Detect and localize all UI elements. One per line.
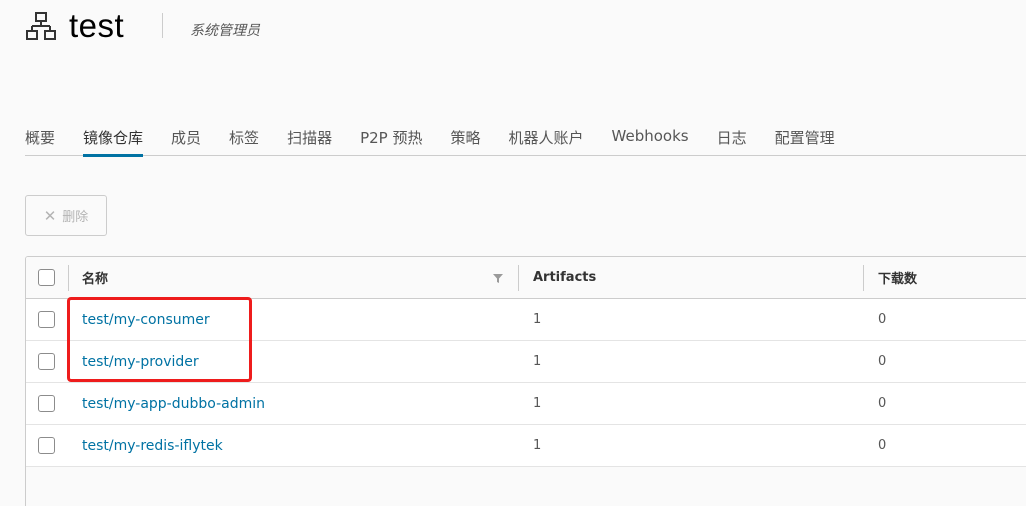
- delete-button-label: 删除: [62, 210, 89, 225]
- row-checkbox[interactable]: [38, 353, 55, 370]
- tab-webhooks[interactable]: Webhooks: [612, 124, 689, 156]
- header-divider: [162, 13, 163, 38]
- row-checkbox[interactable]: [38, 311, 55, 328]
- download-count: 0: [878, 396, 887, 411]
- tab-labels[interactable]: 标签: [229, 124, 259, 156]
- download-count: 0: [878, 354, 887, 369]
- repository-link[interactable]: test/my-app-dubbo-admin: [82, 383, 265, 424]
- tab-policy[interactable]: 策略: [450, 124, 480, 156]
- tab-scanner[interactable]: 扫描器: [287, 124, 332, 156]
- project-page: test 系统管理员 概要 镜像仓库 成员 标签 扫描器 P2P 预热 策略 机…: [0, 0, 1026, 506]
- artifact-count: 1: [533, 438, 542, 453]
- table-row: test/my-redis-iflytek 1 0: [26, 425, 1026, 467]
- artifact-count: 1: [533, 396, 542, 411]
- row-checkbox[interactable]: [38, 395, 55, 412]
- table-footer: [26, 467, 1026, 506]
- tab-logs[interactable]: 日志: [717, 124, 747, 156]
- project-title: test: [69, 7, 125, 44]
- tab-bar: 概要 镜像仓库 成员 标签 扫描器 P2P 预热 策略 机器人账户 Webhoo…: [25, 124, 1026, 157]
- table-header: 名称 Artifacts 下载数: [26, 257, 1026, 299]
- tab-p2p-preheat[interactable]: P2P 预热: [360, 124, 422, 156]
- column-separator: [863, 265, 864, 291]
- tab-members[interactable]: 成员: [171, 124, 201, 156]
- project-header: test: [25, 6, 124, 46]
- role-label: 系统管理员: [190, 23, 260, 39]
- download-count: 0: [878, 312, 887, 327]
- close-icon: ✕: [43, 206, 57, 225]
- highlight-annotation: [67, 297, 252, 382]
- tab-summary[interactable]: 概要: [25, 124, 55, 156]
- column-separator: [68, 265, 69, 291]
- tab-robot-accounts[interactable]: 机器人账户: [509, 124, 584, 156]
- project-icon: [25, 10, 57, 42]
- repository-link[interactable]: test/my-redis-iflytek: [82, 425, 223, 466]
- column-header-downloads[interactable]: 下载数: [878, 257, 917, 298]
- delete-button[interactable]: ✕ 删除: [25, 195, 107, 236]
- column-header-name[interactable]: 名称: [82, 257, 108, 298]
- tab-repositories[interactable]: 镜像仓库: [83, 124, 144, 157]
- download-count: 0: [878, 438, 887, 453]
- tab-configuration[interactable]: 配置管理: [775, 124, 835, 156]
- filter-icon[interactable]: [492, 272, 504, 284]
- artifact-count: 1: [533, 312, 542, 327]
- artifact-count: 1: [533, 354, 542, 369]
- row-checkbox[interactable]: [38, 437, 55, 454]
- column-separator: [518, 265, 519, 291]
- column-header-artifacts[interactable]: Artifacts: [533, 257, 596, 298]
- table-row: test/my-app-dubbo-admin 1 0: [26, 383, 1026, 425]
- select-all-checkbox[interactable]: [38, 269, 55, 286]
